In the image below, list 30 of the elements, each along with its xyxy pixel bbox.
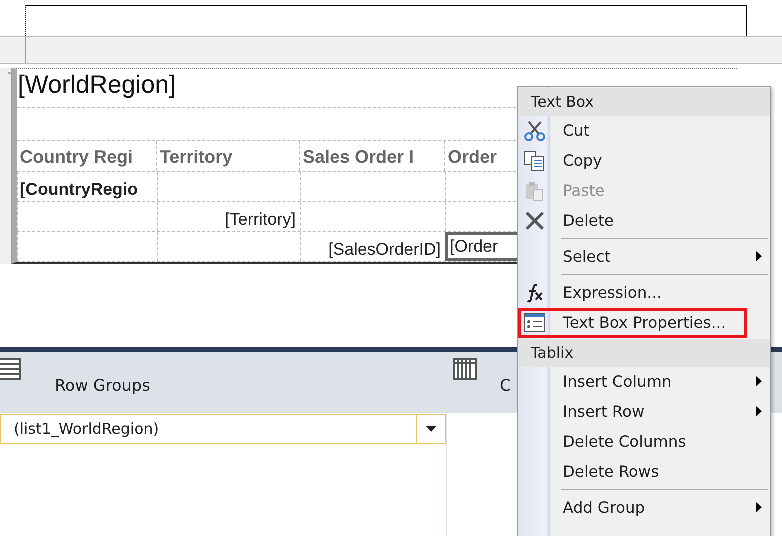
submenu-arrow-icon bbox=[756, 406, 762, 417]
delete-icon bbox=[524, 210, 546, 232]
submenu-arrow-icon bbox=[756, 502, 762, 513]
menu-section-header: Text Box bbox=[518, 88, 770, 116]
copy-icon bbox=[524, 150, 546, 172]
menu-item[interactable]: Insert Row bbox=[518, 397, 770, 427]
menu-item[interactable]: Delete Columns bbox=[518, 427, 770, 457]
column-groups-icon bbox=[453, 358, 477, 380]
column-header: Sales Order I bbox=[300, 140, 445, 171]
caret-icon bbox=[426, 426, 436, 432]
clipboard-icon bbox=[524, 180, 546, 202]
menu-section-header: Tablix bbox=[518, 339, 770, 367]
menu-item[interactable]: Text Box Properties... bbox=[518, 308, 747, 338]
submenu-arrow-icon bbox=[756, 251, 762, 262]
submenu-arrow-icon bbox=[756, 376, 762, 387]
properties-icon bbox=[524, 312, 546, 334]
row-groups-icon bbox=[0, 358, 21, 380]
scissors-icon bbox=[524, 120, 546, 142]
function-icon bbox=[525, 283, 545, 303]
column-header: Country Regi bbox=[17, 140, 157, 171]
column-groups-label: C bbox=[500, 376, 512, 395]
group-item[interactable]: (list1_WorldRegion) bbox=[0, 414, 446, 444]
menu-item[interactable]: Delete bbox=[518, 206, 770, 236]
table-cell[interactable]: [SalesOrderID] bbox=[300, 232, 445, 262]
table-cell[interactable]: [Territory] bbox=[157, 202, 300, 231]
menu-item[interactable]: Insert Column bbox=[518, 367, 770, 397]
menu-item[interactable]: Delete Rows bbox=[518, 457, 770, 487]
table-cell[interactable]: [CountryRegio bbox=[17, 172, 157, 201]
column-header: Territory bbox=[157, 140, 300, 171]
row-groups-label: Row Groups bbox=[55, 376, 150, 395]
